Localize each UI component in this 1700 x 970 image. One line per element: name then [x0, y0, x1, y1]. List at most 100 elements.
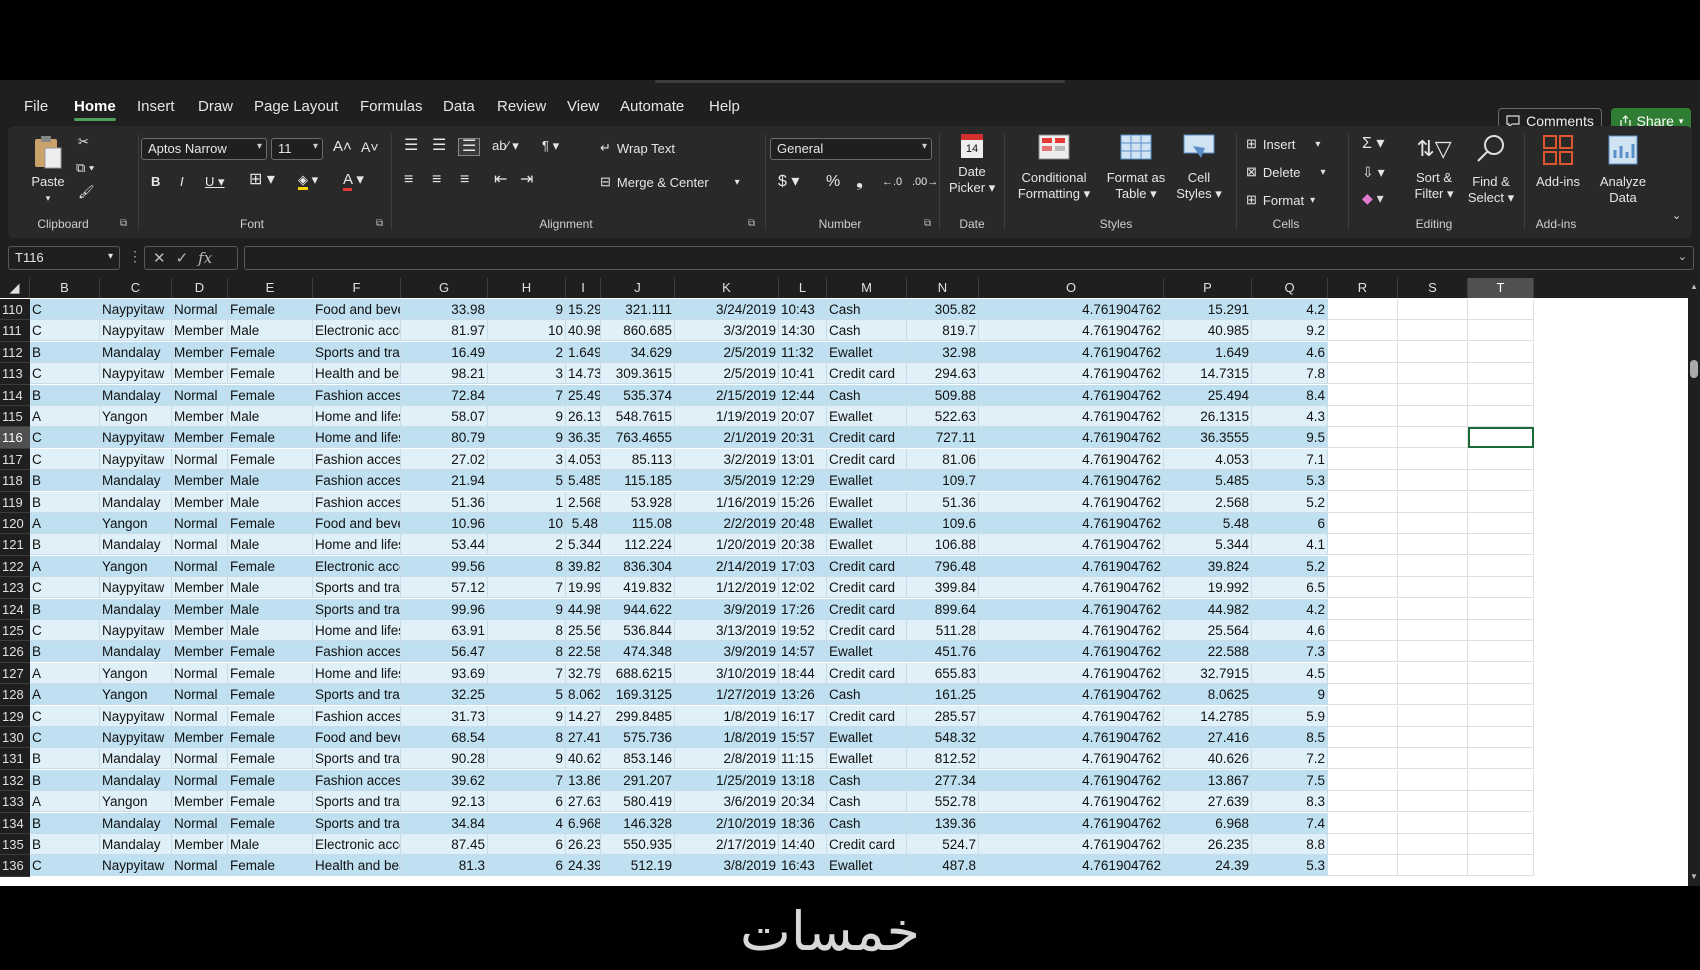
cell-n[interactable]: 655.83 [907, 662, 979, 684]
cell-g[interactable]: 27.02 [401, 448, 488, 470]
cell-h[interactable]: 6 [488, 791, 566, 813]
cell-l[interactable]: 12:29 [779, 470, 827, 492]
cell-m[interactable]: Ewallet [827, 513, 907, 534]
empty-cell[interactable] [1468, 620, 1534, 641]
cell-l[interactable]: 13:18 [779, 769, 827, 791]
cell-o[interactable]: 4.761904762 [979, 513, 1164, 534]
cell-h[interactable]: 9 [488, 299, 566, 320]
cell-q[interactable]: 9 [1252, 684, 1328, 706]
cell-i[interactable]: 25.564 [566, 620, 601, 641]
cell-n[interactable]: 511.28 [907, 620, 979, 641]
comma-style-icon[interactable]: ❟ [856, 171, 863, 189]
cell-f[interactable]: Sports and trave [313, 341, 401, 363]
cell-d[interactable]: Member [172, 427, 228, 449]
cell-i[interactable]: 39.824 [566, 555, 601, 577]
tab-data[interactable]: Data [443, 98, 475, 115]
empty-cell[interactable] [1328, 299, 1398, 320]
cell-l[interactable]: 20:31 [779, 427, 827, 449]
cell-h[interactable]: 8 [488, 727, 566, 748]
column-header-j[interactable]: J [601, 278, 675, 298]
cell-m[interactable]: Credit card [827, 620, 907, 641]
cell-h[interactable]: 10 [488, 513, 566, 534]
empty-cell[interactable] [1398, 363, 1468, 385]
empty-cell[interactable] [1398, 384, 1468, 406]
cell-c[interactable]: Mandalay [100, 341, 172, 363]
column-header-p[interactable]: P [1164, 278, 1252, 298]
cell-d[interactable]: Normal [172, 769, 228, 791]
cell-e[interactable]: Female [228, 341, 313, 363]
cell-o[interactable]: 4.761904762 [979, 406, 1164, 427]
cell-o[interactable]: 4.761904762 [979, 598, 1164, 620]
underline-button[interactable]: U ▾ [205, 174, 225, 190]
cell-k[interactable]: 2/5/2019 [675, 363, 779, 385]
cell-l[interactable]: 13:26 [779, 684, 827, 706]
cell-d[interactable]: Member [172, 363, 228, 385]
cell-o[interactable]: 4.761904762 [979, 791, 1164, 813]
cell-h[interactable]: 7 [488, 662, 566, 684]
cell-g[interactable]: 68.54 [401, 727, 488, 748]
cell-i[interactable]: 14.7315 [566, 363, 601, 385]
column-header-i[interactable]: I [566, 278, 601, 298]
cell-e[interactable]: Female [228, 727, 313, 748]
empty-cell[interactable] [1468, 705, 1534, 727]
cell-o[interactable]: 4.761904762 [979, 769, 1164, 791]
cell-j[interactable]: 688.6215 [601, 662, 675, 684]
cell-m[interactable]: Cash [827, 684, 907, 706]
cell-g[interactable]: 98.21 [401, 363, 488, 385]
cell-p[interactable]: 8.0625 [1164, 684, 1252, 706]
font-color-icon[interactable]: A ▾ [343, 171, 364, 191]
empty-cell[interactable] [1398, 641, 1468, 663]
cell-m[interactable]: Credit card [827, 705, 907, 727]
cell-d[interactable]: Member [172, 598, 228, 620]
cell-k[interactable]: 3/13/2019 [675, 620, 779, 641]
cell-f[interactable]: Food and bever [313, 513, 401, 534]
cell-h[interactable]: 9 [488, 406, 566, 427]
cell-m[interactable]: Cash [827, 791, 907, 813]
cell-g[interactable]: 31.73 [401, 705, 488, 727]
cell-e[interactable]: Female [228, 384, 313, 406]
cell-o[interactable]: 4.761904762 [979, 470, 1164, 492]
cell-k[interactable]: 2/14/2019 [675, 555, 779, 577]
cell-d[interactable]: Normal [172, 684, 228, 706]
cell-l[interactable]: 17:03 [779, 555, 827, 577]
align-right-icon[interactable]: ≡ [460, 172, 469, 188]
row-header[interactable]: 134 [0, 812, 30, 834]
cell-e[interactable]: Female [228, 855, 313, 877]
cell-m[interactable]: Cash [827, 769, 907, 791]
cell-j[interactable]: 299.8485 [601, 705, 675, 727]
cell-n[interactable]: 294.63 [907, 363, 979, 385]
cell-q[interactable]: 5.2 [1252, 491, 1328, 513]
cell-g[interactable]: 39.62 [401, 769, 488, 791]
cell-c[interactable]: Mandalay [100, 641, 172, 663]
cell-k[interactable]: 1/16/2019 [675, 491, 779, 513]
cell-j[interactable]: 112.224 [601, 534, 675, 556]
cell-n[interactable]: 552.78 [907, 791, 979, 813]
cell-d[interactable]: Member [172, 641, 228, 663]
row-header[interactable]: 113 [0, 363, 30, 385]
empty-cell[interactable] [1398, 812, 1468, 834]
empty-cell[interactable] [1398, 299, 1468, 320]
cell-j[interactable]: 550.935 [601, 834, 675, 855]
cell-g[interactable]: 32.25 [401, 684, 488, 706]
cell-q[interactable]: 6 [1252, 513, 1328, 534]
column-header-m[interactable]: M [827, 278, 907, 298]
cell-n[interactable]: 109.6 [907, 513, 979, 534]
wrap-text-button[interactable]: ↵ Wrap Text [600, 140, 675, 156]
cell-e[interactable]: Female [228, 555, 313, 577]
cell-n[interactable]: 451.76 [907, 641, 979, 663]
row-header[interactable]: 135 [0, 834, 30, 856]
cell-h[interactable]: 10 [488, 320, 566, 342]
empty-cell[interactable] [1468, 791, 1534, 813]
cell-c[interactable]: Yangon [100, 513, 172, 534]
cell-i[interactable]: 8.0625 [566, 684, 601, 706]
cell-p[interactable]: 39.824 [1164, 555, 1252, 577]
cell-k[interactable]: 1/27/2019 [675, 684, 779, 706]
increase-decimal-icon[interactable]: ←.0 [882, 174, 902, 190]
cell-j[interactable]: 853.146 [601, 748, 675, 770]
row-header[interactable]: 132 [0, 769, 30, 792]
cell-e[interactable]: Female [228, 791, 313, 813]
cell-f[interactable]: Sports and trave [313, 748, 401, 770]
cell-q[interactable]: 7.2 [1252, 748, 1328, 770]
cell-o[interactable]: 4.761904762 [979, 855, 1164, 877]
cell-o[interactable]: 4.761904762 [979, 534, 1164, 556]
